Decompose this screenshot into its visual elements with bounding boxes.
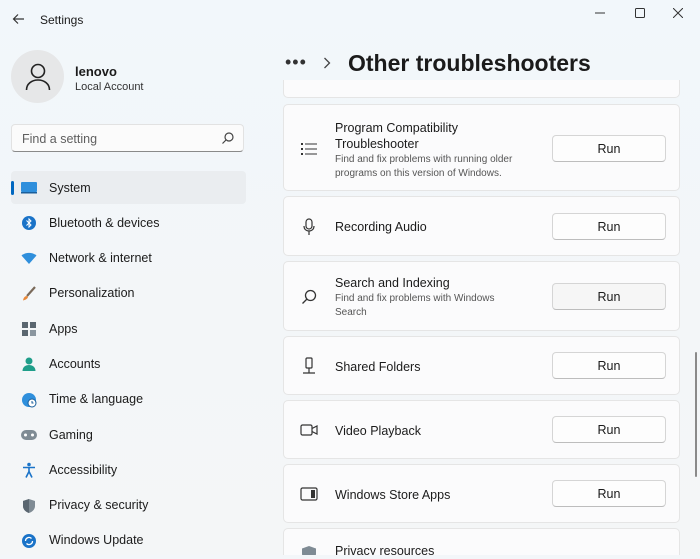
- person-icon: [22, 357, 36, 372]
- troubleshooter-title: Search and Indexing: [335, 276, 450, 290]
- troubleshooter-description: Find and fix problems with running older…: [335, 154, 513, 179]
- list-item: Shared Folders Run: [283, 336, 680, 395]
- accessibility-icon: [23, 463, 35, 479]
- run-button[interactable]: Run: [552, 416, 666, 443]
- sidebar-item-label: Network & internet: [49, 251, 152, 266]
- list-item: Search and Indexing Find and fix problem…: [283, 261, 680, 331]
- sidebar-item-gaming[interactable]: Gaming: [11, 418, 246, 451]
- microphone-icon: [303, 218, 315, 235]
- sidebar-item-label: Windows Update: [49, 533, 144, 548]
- sidebar-item-label: Time & language: [49, 392, 144, 407]
- troubleshooter-title: Video Playback: [335, 424, 421, 438]
- person-icon: [25, 63, 50, 90]
- app-title: Settings: [40, 13, 84, 27]
- troubleshooter-title: Windows Store Apps: [335, 488, 451, 502]
- run-button[interactable]: Run: [552, 480, 666, 507]
- profile-name: lenovo: [75, 64, 117, 79]
- sidebar-item-label: Privacy & security: [49, 498, 149, 513]
- gamepad-icon: [21, 430, 37, 441]
- sidebar-item-privacy[interactable]: Privacy & security: [11, 489, 246, 522]
- brush-icon: [23, 286, 36, 301]
- sidebar-item-label: Gaming: [49, 427, 93, 442]
- shield-icon: [23, 498, 35, 513]
- sidebar-item-windows-update[interactable]: Windows Update: [11, 524, 246, 557]
- shield-icon: [302, 546, 316, 555]
- sidebar-item-network[interactable]: Network & internet: [11, 242, 246, 275]
- troubleshooter-list: Program Compatibility Troubleshooter Fin…: [283, 0, 680, 555]
- sidebar-nav: System Bluetooth & devices Network & int…: [11, 171, 246, 559]
- sidebar-item-label: Accessibility: [49, 462, 118, 477]
- sidebar-item-apps[interactable]: Apps: [11, 312, 246, 345]
- list-icon: [301, 143, 317, 155]
- sidebar-item-system[interactable]: System: [11, 171, 246, 204]
- sidebar-item-time-language[interactable]: Time & language: [11, 383, 246, 416]
- troubleshooter-title: Shared Folders: [335, 360, 421, 374]
- sidebar-item-label: Apps: [49, 321, 78, 336]
- globe-clock-icon: [22, 392, 37, 408]
- run-button[interactable]: Run: [552, 213, 666, 240]
- troubleshooter-title: Program Compatibility Troubleshooter: [335, 121, 458, 151]
- sidebar-item-label: Accounts: [49, 356, 101, 371]
- shared-folder-icon: [303, 357, 315, 374]
- video-camera-icon: [300, 424, 318, 436]
- scrollbar-thumb[interactable]: [695, 352, 697, 477]
- sidebar-item-label: Bluetooth & devices: [49, 215, 160, 230]
- list-item: Video Playback Run: [283, 400, 680, 459]
- list-item: Windows Store Apps Run: [283, 464, 680, 523]
- store-app-icon: [300, 487, 318, 501]
- bluetooth-icon: [22, 216, 36, 231]
- sidebar-item-accessibility[interactable]: Accessibility: [11, 453, 246, 486]
- privacy-resources-link: Privacy resources: [335, 544, 435, 555]
- monitor-icon: [21, 182, 37, 194]
- list-item: Recording Audio Run: [283, 196, 680, 256]
- profile-account-type: Local Account: [75, 81, 144, 93]
- run-button[interactable]: Run: [552, 352, 666, 379]
- sidebar-item-label: System: [49, 180, 91, 195]
- wifi-icon: [21, 252, 37, 265]
- update-icon: [22, 533, 36, 548]
- search-icon[interactable]: [221, 131, 235, 145]
- sidebar-item-label: Personalization: [49, 286, 135, 301]
- list-item: [283, 80, 680, 98]
- list-item: Program Compatibility Troubleshooter Fin…: [283, 104, 680, 191]
- back-button[interactable]: [8, 9, 28, 29]
- avatar: [11, 50, 64, 103]
- settings-window: Settings lenovo Local Account Find a set…: [0, 0, 700, 555]
- list-item[interactable]: Privacy resources: [283, 528, 680, 555]
- search-icon: [302, 289, 317, 304]
- troubleshooter-description: Find and fix problems with Windows Searc…: [335, 293, 495, 318]
- user-profile[interactable]: lenovo Local Account: [11, 50, 271, 106]
- search-box[interactable]: [11, 124, 244, 152]
- troubleshooter-title: Recording Audio: [335, 220, 427, 234]
- sidebar-item-personalization[interactable]: Personalization: [11, 277, 246, 310]
- run-button[interactable]: Run: [552, 283, 666, 310]
- sidebar-item-bluetooth[interactable]: Bluetooth & devices: [11, 206, 246, 239]
- run-button[interactable]: Run: [552, 135, 666, 162]
- sidebar-item-accounts[interactable]: Accounts: [11, 347, 246, 380]
- apps-icon: [22, 322, 36, 337]
- search-input[interactable]: [20, 130, 214, 148]
- back-arrow-icon: [12, 14, 24, 24]
